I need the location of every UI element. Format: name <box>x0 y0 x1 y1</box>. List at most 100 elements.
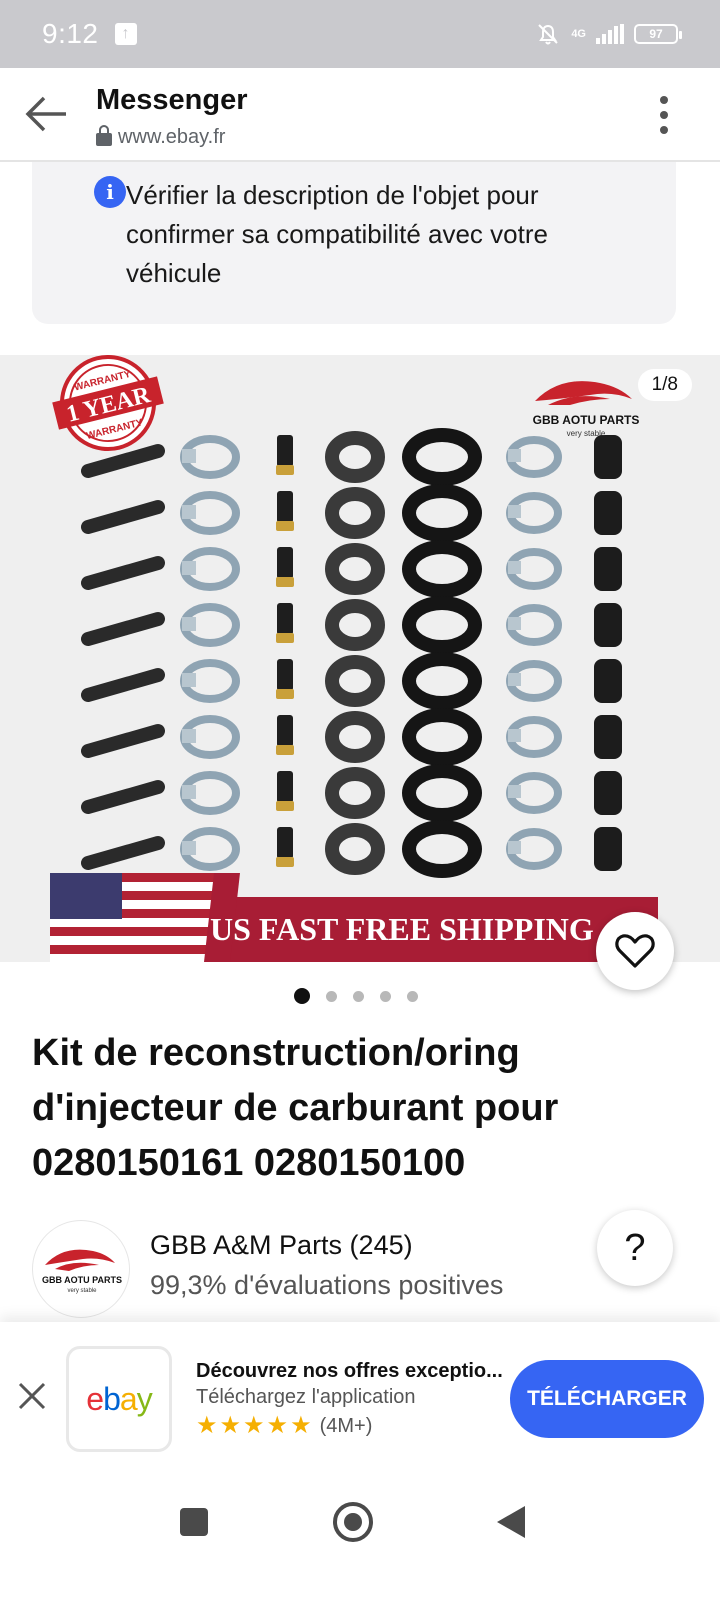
shipping-banner: US FAST FREE SHIPPING <box>50 873 658 962</box>
url-display[interactable]: www.ebay.fr <box>96 125 226 149</box>
carousel-dot[interactable] <box>294 988 310 1004</box>
pintle-cap <box>594 771 622 815</box>
large-seal <box>402 820 482 878</box>
large-seal <box>402 540 482 598</box>
lock-icon <box>96 125 112 146</box>
small-oring <box>325 655 385 707</box>
product-image-gallery[interactable]: WARRANTY 1 YEAR WARRANTY GBB AOTU PARTS … <box>0 355 720 962</box>
clamp-tab <box>182 561 196 575</box>
injector-filter <box>277 603 293 635</box>
help-button[interactable]: ? <box>597 1210 673 1286</box>
ebay-logo-letter: b <box>103 1380 121 1417</box>
seller-avatar[interactable]: GBB AOTU PARTS very stable <box>32 1220 130 1318</box>
star-icon: ★ <box>219 1412 242 1439</box>
seller-logo-text: GBB AOTU PARTS <box>42 1275 122 1285</box>
arrow-left-icon <box>25 96 66 132</box>
carousel-dot[interactable] <box>407 991 418 1002</box>
large-seal <box>402 484 482 542</box>
star-icon: ★ <box>243 1412 265 1439</box>
clamp-tab <box>182 505 196 519</box>
download-button[interactable]: TÉLÉCHARGER <box>510 1360 704 1438</box>
image-counter: 1/8 <box>637 369 692 401</box>
back-nav-button[interactable] <box>497 1506 525 1538</box>
dot-icon <box>660 96 668 104</box>
carousel-dot[interactable] <box>380 991 391 1002</box>
small-oring <box>325 487 385 539</box>
small-oring <box>325 711 385 763</box>
clamp-tab <box>182 673 196 687</box>
fuel-hose <box>81 668 165 702</box>
bell-muted-icon <box>538 24 559 45</box>
clamp-tab <box>182 785 196 799</box>
more-options-button[interactable] <box>656 96 672 134</box>
small-oring <box>325 599 385 651</box>
back-button[interactable] <box>22 92 70 136</box>
clamp-tab <box>182 449 196 463</box>
product-photo: WARRANTY 1 YEAR WARRANTY GBB AOTU PARTS … <box>50 355 658 962</box>
pintle-cap <box>594 715 622 759</box>
fuel-hose <box>81 780 165 814</box>
upload-icon: ↑ <box>114 23 137 45</box>
seller-name[interactable]: GBB A&M Parts (245) <box>150 1230 413 1261</box>
pintle-cap <box>594 547 622 591</box>
signal-icon <box>596 24 624 44</box>
ebay-logo-letter: y <box>136 1380 153 1417</box>
carousel-dots <box>0 988 720 1004</box>
close-icon[interactable] <box>16 1380 48 1412</box>
injector-filter <box>277 771 293 803</box>
url-text: www.ebay.fr <box>118 126 226 148</box>
seller-logo-image: GBB AOTU PARTS very stable <box>42 1249 122 1294</box>
small-oring <box>325 823 385 875</box>
rating-count: (4M+) <box>319 1414 373 1437</box>
status-bar: 9:12 ↑ 4G 97 <box>0 0 720 68</box>
battery-level: 97 <box>649 27 663 41</box>
dot-icon <box>660 126 668 134</box>
clamp-tab <box>182 617 196 631</box>
home-dot-icon <box>344 1513 362 1531</box>
recents-button[interactable] <box>180 1508 208 1536</box>
home-button[interactable] <box>333 1502 373 1542</box>
system-nav-bar <box>0 1472 720 1600</box>
filter-cap <box>276 689 294 699</box>
ebay-app-icon: ebay <box>66 1346 172 1452</box>
fuel-hose <box>81 612 165 646</box>
banner-subtitle: Téléchargez l'application <box>196 1386 416 1408</box>
watchlist-button[interactable] <box>596 912 674 990</box>
injector-filter <box>277 435 293 467</box>
banner-title: Découvrez nos offres exceptio... <box>196 1360 503 1382</box>
small-oring <box>325 767 385 819</box>
ebay-logo-letter: a <box>119 1380 138 1417</box>
ebay-logo-letter: e <box>86 1380 104 1417</box>
injector-filter <box>277 715 293 747</box>
status-icons: 4G 97 <box>535 21 682 47</box>
large-seal <box>402 596 482 654</box>
pintle-cap <box>594 659 622 703</box>
parts-grid <box>81 428 622 878</box>
network-type: 4G <box>571 27 586 40</box>
brand-logo: GBB AOTU PARTS very stable <box>533 381 639 438</box>
dot-icon <box>660 111 668 119</box>
star-icon: ★ <box>290 1412 312 1439</box>
filter-cap <box>276 857 294 867</box>
seller-logo-tag: very stable <box>67 1288 97 1294</box>
info-icon: i <box>94 176 126 208</box>
warranty-badge: WARRANTY 1 YEAR WARRANTY <box>52 355 164 451</box>
carousel-dot[interactable] <box>353 991 364 1002</box>
clamp-tab <box>508 673 521 686</box>
clamp-tab <box>508 841 521 854</box>
filter-cap <box>276 745 294 755</box>
filter-cap <box>276 577 294 587</box>
clamp-tab <box>182 729 196 743</box>
fuel-hose <box>81 836 165 870</box>
filter-cap <box>276 465 294 475</box>
small-oring <box>325 543 385 595</box>
product-title: Kit de reconstruction/oring d'injecteur … <box>32 1032 559 1184</box>
heart-icon <box>615 934 655 968</box>
carousel-dot[interactable] <box>326 991 337 1002</box>
injector-filter <box>277 659 293 691</box>
status-time: 9:12 <box>42 18 99 49</box>
clamp-tab <box>508 561 521 574</box>
filter-cap <box>276 633 294 643</box>
pintle-cap <box>594 435 622 479</box>
large-seal <box>402 428 482 486</box>
